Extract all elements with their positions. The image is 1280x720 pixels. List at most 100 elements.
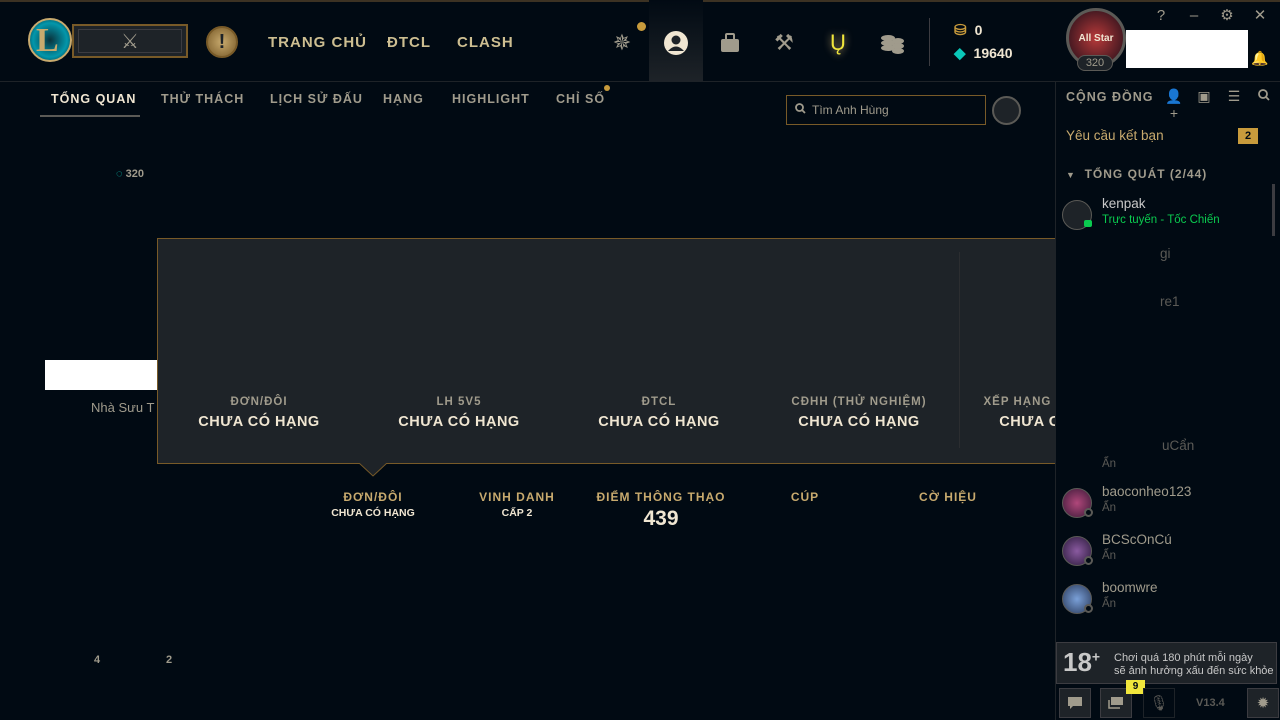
friend-status: Ẩn <box>1102 502 1117 514</box>
loot-icon[interactable]: ⚒ <box>767 26 801 60</box>
queue-solo-duo: ĐƠN/ĐÔI CHƯA CÓ HẠNG <box>159 396 359 430</box>
caret-down-icon: ▼ <box>1066 170 1076 180</box>
age-warning-banner: 18+ Chơi quá 180 phút mỗi ngày sẽ ảnh hư… <box>1056 642 1277 684</box>
friend-status: Ẩn <box>1102 598 1117 610</box>
social-title: CỘNG ĐỒNG <box>1066 90 1154 104</box>
collection-icon[interactable] <box>713 26 747 60</box>
friend-item[interactable]: BCScOnCú Ẩn <box>1062 532 1272 576</box>
profile-icon[interactable] <box>659 26 693 60</box>
queue-name: LH 5V5 <box>436 396 482 408</box>
microphone-icon[interactable]: 🎙 <box>1143 688 1175 718</box>
queue-tft: ĐTCL CHƯA CÓ HẠNG <box>559 396 759 430</box>
stat-ranked-solo[interactable]: ĐƠN/ĐÔI CHƯA CÓ HẠNG <box>303 490 443 519</box>
friend-requests-label[interactable]: Yêu cầu kết bạn <box>1066 128 1164 143</box>
league-logo-icon[interactable]: L <box>28 18 72 62</box>
friend-name-partial: uCẩn <box>1162 438 1195 453</box>
stat-mastery[interactable]: ĐIỂM THÔNG THẠO 439 <box>591 490 731 531</box>
offline-status-icon <box>1084 508 1093 517</box>
background-selector-button[interactable] <box>992 96 1021 125</box>
close-button[interactable]: ✕ <box>1250 6 1270 26</box>
blue-essence-balance[interactable]: ◆ 19640 <box>954 44 1012 62</box>
add-folder-icon[interactable]: ▣ <box>1194 88 1214 106</box>
friend-status: Ẩn <box>1102 550 1117 562</box>
tab-challenges[interactable]: THỬ THÁCH <box>161 92 244 106</box>
friend-requests-count: 2 <box>1238 128 1258 144</box>
list-view-icon[interactable]: ☰ <box>1224 88 1244 106</box>
friend-status: Trực tuyến - Tốc Chiến <box>1102 214 1220 226</box>
missions-icon[interactable]: ✵ <box>605 26 639 60</box>
ranked-tooltip-panel <box>157 238 1161 464</box>
summoner-level: 320 <box>1077 55 1113 71</box>
stat-trophies[interactable]: CÚP <box>735 490 875 504</box>
tab-match-history[interactable]: LỊCH SỬ ĐẤU <box>270 92 363 106</box>
search-input[interactable] <box>812 103 982 117</box>
profile-stat-a: 4 <box>94 654 101 666</box>
friend-item[interactable]: boomwre Ẩn <box>1062 580 1272 624</box>
popup-pointer <box>359 463 387 477</box>
stat-title: CỜ HIỆU <box>919 490 977 504</box>
stat-value: CHƯA CÓ HẠNG <box>331 507 415 519</box>
stat-banners[interactable]: CỜ HIỆU <box>878 490 1018 504</box>
stat-honor[interactable]: VINH DANH CẤP 2 <box>447 490 587 519</box>
friend-item[interactable]: baoconheo123 Ẩn <box>1062 484 1272 528</box>
stats-notification-dot <box>604 85 610 91</box>
bug-report-icon[interactable]: ✹ <box>1247 688 1279 718</box>
friend-name: kenpak <box>1102 196 1146 211</box>
age-rating-badge: 18+ <box>1063 647 1101 677</box>
rp-icon: ⛁ <box>954 22 967 39</box>
alert-icon[interactable]: ! <box>206 26 238 58</box>
offline-status-icon <box>1084 604 1093 613</box>
tab-stats[interactable]: CHỈ SỐ <box>556 92 605 106</box>
avatar-badge-text: All Star <box>1078 32 1114 44</box>
add-friend-icon[interactable]: 👤+ <box>1164 88 1184 121</box>
tab-highlights[interactable]: HIGHLIGHT <box>452 92 530 106</box>
settings-button[interactable]: ⚙ <box>1217 6 1237 26</box>
queue-name: CĐHH (THỬ NGHIỆM) <box>791 396 927 408</box>
online-status-icon <box>1084 220 1092 227</box>
queue-rank: CHƯA CÓ HẠNG <box>198 414 320 430</box>
level-indicator: ◌ 320 <box>116 168 144 180</box>
blue-essence-icon: ◆ <box>954 45 966 62</box>
friend-group-name: TỔNG QUÁT (2/44) <box>1084 167 1208 181</box>
queue-rank: CHƯA CÓ HẠNG <box>398 414 520 430</box>
blue-essence-amount: 19640 <box>973 45 1013 61</box>
nav-tft[interactable]: ĐTCL <box>387 34 431 51</box>
queue-name: ĐTCL <box>641 396 677 408</box>
chat-icon[interactable] <box>1059 688 1091 718</box>
nav-clash[interactable]: CLASH <box>457 34 514 51</box>
play-button[interactable]: ⚔ <box>72 24 188 58</box>
rp-balance[interactable]: ⛁ 0 <box>954 21 982 39</box>
social-scrollbar[interactable] <box>1272 184 1275 236</box>
friend-name-partial: re1 <box>1160 294 1180 309</box>
minimize-button[interactable]: – <box>1184 6 1204 26</box>
friend-status-partial: Ẩn <box>1102 458 1117 470</box>
age-warning-text: Chơi quá 180 phút mỗi ngày sẽ ảnh hưởng … <box>1114 652 1274 678</box>
tab-ranked[interactable]: HẠNG <box>383 92 424 106</box>
friend-name: baoconheo123 <box>1102 484 1192 499</box>
topbar-divider <box>929 18 930 66</box>
summoner-name-redacted <box>1126 30 1248 68</box>
nav-home[interactable]: TRANG CHỦ <box>268 34 367 51</box>
stat-title: ĐIỂM THÔNG THẠO <box>596 490 726 504</box>
profile-stat-b: 2 <box>166 654 173 666</box>
champion-search[interactable] <box>786 95 986 125</box>
help-button[interactable]: ? <box>1151 6 1171 26</box>
queue-rank: CHƯA CÓ HẠNG <box>798 414 920 430</box>
age-rating-number: 18 <box>1063 647 1092 677</box>
age-warning-line-1: Chơi quá 180 phút mỗi ngày <box>1114 652 1253 664</box>
rp-amount: 0 <box>974 22 983 38</box>
currency-stack-icon[interactable] <box>875 26 909 60</box>
tab-overview[interactable]: TỔNG QUAN <box>51 92 136 106</box>
friend-name: BCScOnCú <box>1102 532 1172 547</box>
friend-group-header[interactable]: ▼ TỔNG QUÁT (2/44) <box>1066 167 1207 181</box>
store-icon[interactable]: Ų <box>821 26 855 60</box>
friend-name: boomwre <box>1102 580 1158 595</box>
queue-flex: LH 5V5 CHƯA CÓ HẠNG <box>359 396 559 430</box>
social-search-icon[interactable] <box>1254 88 1274 106</box>
level-ring-icon: ◌ <box>116 168 123 180</box>
notification-bell-icon[interactable]: 🔔 <box>1251 50 1268 67</box>
friend-item[interactable]: kenpak Trực tuyến - Tốc Chiến <box>1062 196 1272 240</box>
age-warning-line-2: sẽ ảnh hưởng xấu đến sức khỏe <box>1114 665 1274 677</box>
crossed-swords-icon: ⚔ <box>78 29 182 53</box>
queue-name: ĐƠN/ĐÔI <box>230 396 288 408</box>
